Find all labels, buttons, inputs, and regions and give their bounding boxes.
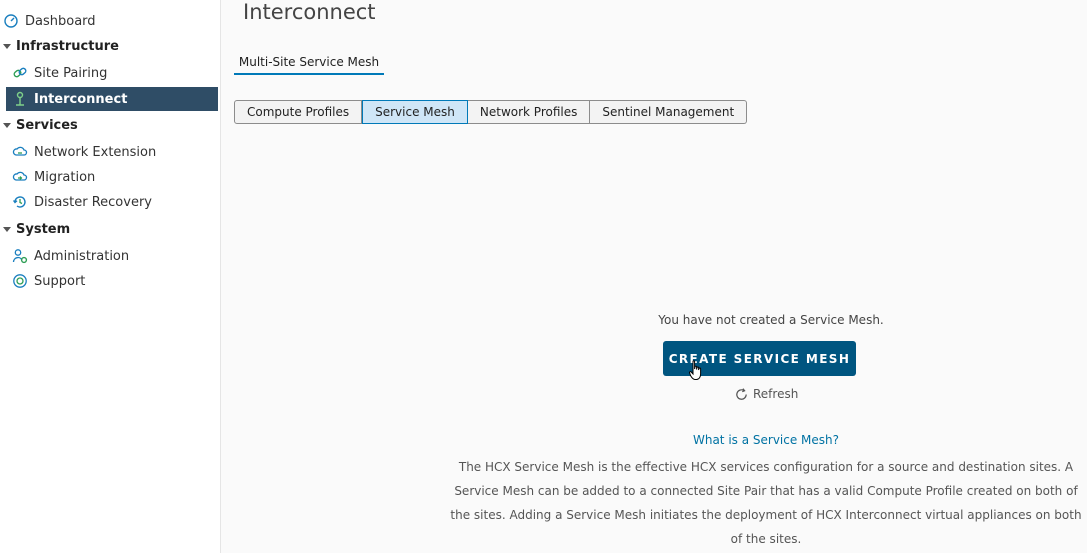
sidebar-item-dashboard[interactable]: Dashboard: [3, 9, 96, 33]
cloud-migration-icon: [12, 171, 28, 181]
nav-group-services[interactable]: Services: [0, 113, 78, 137]
segment-sentinel-management[interactable]: Sentinel Management: [590, 100, 748, 124]
what-is-service-mesh-link[interactable]: What is a Service Mesh?: [666, 433, 866, 447]
segment-network-profiles[interactable]: Network Profiles: [467, 100, 591, 124]
sidebar-item-interconnect[interactable]: Interconnect: [12, 87, 127, 111]
interconnect-icon: [16, 91, 24, 106]
view-segmented-control: Compute Profiles Service Mesh Network Pr…: [234, 100, 748, 124]
tab-multi-site-service-mesh[interactable]: Multi-Site Service Mesh: [234, 52, 384, 75]
nav-group-label: System: [16, 221, 71, 237]
sidebar-item-label: Network Extension: [34, 144, 157, 160]
service-mesh-description: The HCX Service Mesh is the effective HC…: [450, 460, 1082, 546]
link-icon: [13, 67, 27, 78]
sidebar-item-network-extension[interactable]: Network Extension: [12, 140, 156, 164]
refresh-icon: [736, 387, 747, 400]
sidebar-item-label: Interconnect: [34, 91, 128, 107]
sidebar-item-administration[interactable]: Administration: [12, 244, 129, 268]
caret-down-icon: [3, 226, 11, 232]
sidebar-item-label: Disaster Recovery: [34, 194, 152, 210]
sidebar-item-migration[interactable]: Migration: [12, 165, 95, 189]
sidebar-item-label: Administration: [34, 248, 130, 264]
dashboard-icon: [4, 14, 18, 28]
support-icon: [13, 274, 27, 288]
cloud-network-icon: [12, 146, 28, 156]
hand-cursor-icon: [689, 360, 702, 380]
sidebar-item-label: Migration: [34, 169, 96, 185]
sidebar-item-site-pairing[interactable]: Site Pairing: [12, 61, 107, 85]
refresh-label: Refresh: [753, 387, 799, 401]
recovery-icon: [12, 196, 26, 208]
sidebar-item-label: Support: [34, 273, 86, 289]
sidebar-item-label: Site Pairing: [34, 65, 108, 81]
nav-group-label: Infrastructure: [16, 38, 119, 54]
nav-group-system[interactable]: System: [0, 217, 70, 241]
nav-group-label: Services: [16, 117, 78, 133]
sidebar-item-label: Dashboard: [25, 13, 96, 29]
segment-service-mesh[interactable]: Service Mesh: [362, 100, 468, 124]
nav-group-infrastructure[interactable]: Infrastructure: [0, 34, 119, 58]
sidebar-item-disaster-recovery[interactable]: Disaster Recovery: [12, 190, 152, 214]
empty-state-message: You have not created a Service Mesh.: [658, 313, 884, 327]
sidebar: Dashboard Infrastructure Site Pairing In…: [0, 0, 221, 553]
caret-down-icon: [3, 43, 11, 49]
user-settings-icon: [12, 249, 28, 264]
refresh-button[interactable]: Refresh: [734, 385, 798, 403]
segment-compute-profiles[interactable]: Compute Profiles: [234, 100, 363, 124]
page-title: Interconnect: [243, 0, 376, 24]
caret-down-icon: [3, 122, 11, 128]
sidebar-item-support[interactable]: Support: [12, 269, 85, 293]
